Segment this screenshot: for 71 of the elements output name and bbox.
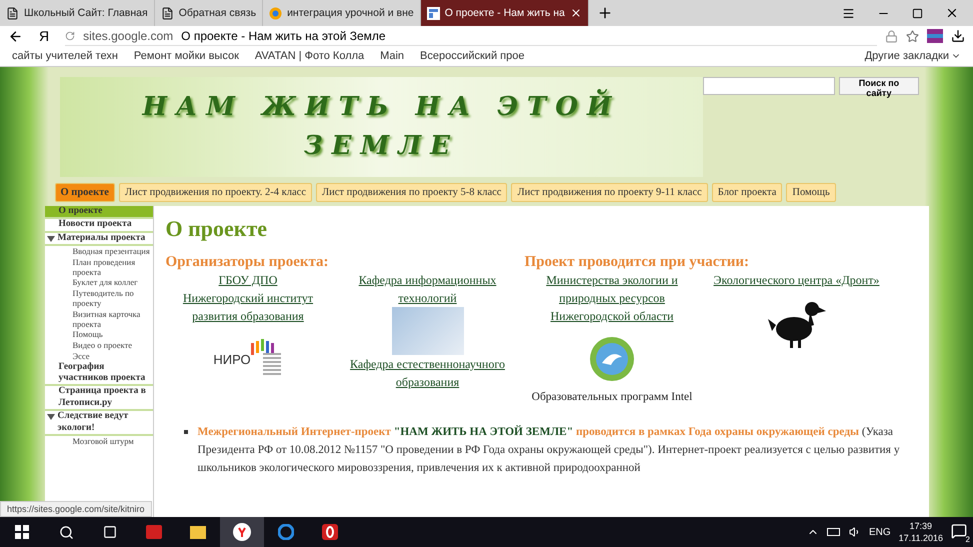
battery-icon[interactable] xyxy=(826,528,841,536)
ecology-logo xyxy=(587,335,637,383)
sidebar-subitem[interactable]: Визитная карточка проекта xyxy=(44,308,152,330)
sidebar-subitem[interactable]: Путеводитель по проекту xyxy=(44,288,152,309)
partner-link[interactable]: Кафедра естественнонаучного образования xyxy=(342,355,512,391)
banner-title: НАМ ЖИТЬ НА ЭТОЙ ЗЕМЛЕ xyxy=(121,88,642,166)
browser-tab[interactable]: Обратная связь xyxy=(154,0,264,26)
bullet-icon xyxy=(184,430,188,434)
page-title: О проекте xyxy=(166,216,268,242)
restore-icon[interactable] xyxy=(912,8,923,18)
nav-tab[interactable]: Лист продвижения по проекту. 2-4 класс xyxy=(118,183,312,202)
lock-icon[interactable] xyxy=(885,30,898,42)
sidebar-item[interactable]: О проекте xyxy=(44,206,152,220)
sidebar-item[interactable]: География участников проекта xyxy=(44,362,152,386)
sidebar-item[interactable]: Страница проекта в Летописи.ру xyxy=(44,386,152,412)
sidebar-item[interactable]: Следствие ведут экологи! xyxy=(44,411,152,436)
partner-link[interactable]: Кафедра информационных технологий xyxy=(342,271,512,307)
close-icon[interactable] xyxy=(570,7,582,19)
nav-tab[interactable]: Лист продвижения по проекту 9-11 класс xyxy=(511,183,708,202)
download-icon[interactable] xyxy=(951,29,965,43)
bookmark[interactable]: Всероссийский прое xyxy=(420,50,524,62)
partner-link[interactable]: ГБОУ ДПО xyxy=(218,271,278,289)
menu-icon[interactable] xyxy=(842,6,855,20)
page-icon xyxy=(6,6,19,20)
search-field[interactable] xyxy=(703,77,836,95)
page-icon xyxy=(426,6,440,20)
caption: Образовательных программ Intel xyxy=(532,391,692,403)
nav-tab[interactable]: О проекте xyxy=(54,183,115,202)
new-tab-icon[interactable] xyxy=(596,5,613,21)
section-heading: Организаторы проекта: xyxy=(166,254,330,271)
sidebar-subitem[interactable]: Видео о проекте xyxy=(44,340,152,351)
bookmark[interactable]: сайты учителей техн xyxy=(12,50,118,62)
status-url: https://sites.google.com/site/kitniro xyxy=(0,501,152,517)
clock[interactable]: 17:39 17.11.2016 xyxy=(898,520,943,544)
dodo-bird-icon xyxy=(768,299,826,349)
intro-paragraph: Межрегиональный Интернет-проект "НАМ ЖИТЬ НА ЭТОЙ ЗЕМЛЕ" проводится в рамках Года охраны окружающей среды (Указа Президента РФ от 10.08.2012 №1157 "О проведении в РФ Года охраны окружающей среды"). Интернет-проект реализуется с целью развития у школьников экологического мировоззрения, привлечения их к активной природоохранной xyxy=(198,424,901,476)
logo-text: НИРО xyxy=(213,352,251,366)
partner-link[interactable]: Министерства экологии и природных ресурсов Нижегородской области xyxy=(524,271,700,325)
back-icon[interactable] xyxy=(8,28,23,44)
nav-tab[interactable]: Лист продвижения по проекту 5-8 класс xyxy=(316,183,508,202)
bookmark[interactable]: AVATAN | Фото Колла xyxy=(254,50,364,62)
nav-tab[interactable]: Блог проекта xyxy=(712,183,782,202)
caret-icon[interactable] xyxy=(46,414,54,420)
page-icon xyxy=(160,6,174,20)
reload-icon[interactable] xyxy=(65,30,76,40)
sidebar-subitem[interactable]: План проведения проекта xyxy=(44,256,152,278)
browser-icon[interactable] xyxy=(220,517,264,547)
sidebar-subitem[interactable]: Вводная презентация xyxy=(44,246,152,257)
sidebar-subitem[interactable]: Эссе xyxy=(44,350,152,362)
sidebar-item[interactable]: Новости проекта xyxy=(44,219,152,233)
notification-count: 2 xyxy=(966,534,970,544)
partner-link[interactable]: Нижегородский институт развития образования xyxy=(166,289,330,325)
notifications-icon[interactable] xyxy=(951,522,967,538)
bookmark[interactable]: Main xyxy=(380,50,404,62)
yandex-button[interactable]: Я xyxy=(31,28,58,44)
language-indicator[interactable]: ENG xyxy=(868,526,891,538)
sidebar-item[interactable]: Материалы проекта xyxy=(44,232,152,246)
other-bookmarks[interactable]: Другие закладки xyxy=(864,50,949,62)
sidebar-subitem[interactable]: Мозговой штурм xyxy=(44,436,152,447)
caret-icon[interactable] xyxy=(46,236,54,242)
nav-tab[interactable]: Помощь xyxy=(786,183,836,202)
sidebar-subitem[interactable]: Помощь xyxy=(44,329,152,340)
section-heading: Проект проводится при участии: xyxy=(524,254,750,271)
close-icon[interactable] xyxy=(945,6,959,20)
browser-tab[interactable]: О проекте - Нам жить на xyxy=(420,0,589,26)
bookmark[interactable]: Ремонт мойки высок xyxy=(134,50,239,62)
globe-icon xyxy=(269,6,282,20)
partner-link[interactable]: Экологического центра «Дронт» xyxy=(714,271,880,289)
volume-icon[interactable] xyxy=(848,526,861,538)
star-icon[interactable] xyxy=(906,30,919,42)
sidebar-subitem[interactable]: Буклет для коллег xyxy=(44,277,152,288)
